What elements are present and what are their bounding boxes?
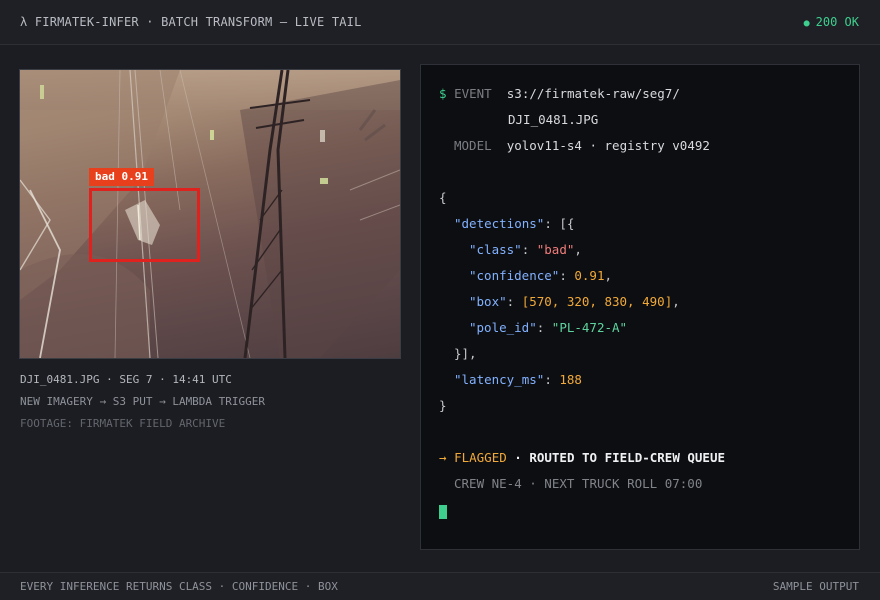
image-caption-source: FOOTAGE: FIRMATEK FIELD ARCHIVE bbox=[20, 417, 226, 430]
power-line-aerial-photo bbox=[20, 70, 400, 358]
terminal-cursor bbox=[439, 505, 447, 519]
json-confidence-line: "confidence": 0.91, bbox=[469, 268, 613, 283]
event-value: s3://firmatek-raw/seg7/ bbox=[506, 86, 680, 101]
flag-line: → FLAGGED · ROUTED TO FIELD-CREW QUEUE bbox=[439, 450, 725, 466]
event-key: EVENT bbox=[454, 86, 492, 101]
crew-line: CREW NE-4 · NEXT TRUCK ROLL 07:00 bbox=[454, 476, 703, 491]
app-title: λ FIRMATEK-INFER · BATCH TRANSFORM — LIV… bbox=[20, 15, 362, 29]
latency-value: 188 bbox=[559, 372, 582, 387]
image-caption-filename: DJI_0481.JPG · SEG 7 · 14:41 UTC bbox=[20, 373, 232, 386]
pole-id-value: "PL-472-A" bbox=[551, 320, 628, 335]
class-value: "bad" bbox=[536, 242, 575, 257]
json-box-line: "box": [570, 320, 830, 490], bbox=[469, 294, 680, 309]
json-close-brace: } bbox=[439, 398, 447, 413]
flag-arrow-icon: → bbox=[439, 450, 447, 465]
json-class-line: "class": "bad", bbox=[469, 242, 582, 257]
status-text: 200 OK bbox=[815, 15, 859, 29]
status-badge: ● 200 OK bbox=[804, 15, 859, 29]
detection-bounding-box bbox=[89, 188, 200, 262]
flag-label: FLAGGED bbox=[454, 450, 507, 465]
json-detections-line: "detections": [{ bbox=[454, 216, 575, 231]
json-latency-line: "latency_ms": 188 bbox=[454, 372, 582, 387]
top-bar: λ FIRMATEK-INFER · BATCH TRANSFORM — LIV… bbox=[0, 0, 880, 45]
confidence-value: 0.91 bbox=[574, 268, 605, 283]
json-open-brace: { bbox=[439, 190, 447, 205]
model-value: yolov11-s4 · registry v0492 bbox=[506, 138, 710, 153]
footer-sample-label: SAMPLE OUTPUT bbox=[772, 580, 859, 593]
drone-image: bad 0.91 bbox=[19, 69, 401, 359]
footer-note: EVERY INFERENCE RETURNS CLASS · CONFIDEN… bbox=[20, 580, 338, 593]
model-key: MODEL bbox=[454, 138, 492, 153]
detection-label: bad 0.91 bbox=[89, 168, 154, 186]
status-dot-icon: ● bbox=[803, 18, 810, 29]
model-line: MODEL yolov11-s4 · registry v0492 bbox=[454, 138, 710, 154]
footer-bar: EVERY INFERENCE RETURNS CLASS · CONFIDEN… bbox=[0, 572, 880, 600]
route-text: · ROUTED TO FIELD-CREW QUEUE bbox=[514, 450, 725, 465]
image-caption-pipeline: NEW IMAGERY → S3 PUT → LAMBDA TRIGGER bbox=[20, 395, 266, 408]
terminal-panel: $ EVENT s3://firmatek-raw/seg7/ DJI_0481… bbox=[420, 64, 860, 550]
box-value: [570, 320, 830, 490] bbox=[521, 294, 673, 309]
json-close-array: }], bbox=[454, 346, 477, 361]
event-line: $ EVENT s3://firmatek-raw/seg7/ bbox=[439, 86, 680, 102]
prompt-symbol: $ bbox=[439, 86, 447, 101]
event-value-continued: DJI_0481.JPG bbox=[508, 112, 599, 127]
json-pole-line: "pole_id": "PL-472-A" bbox=[469, 320, 628, 335]
